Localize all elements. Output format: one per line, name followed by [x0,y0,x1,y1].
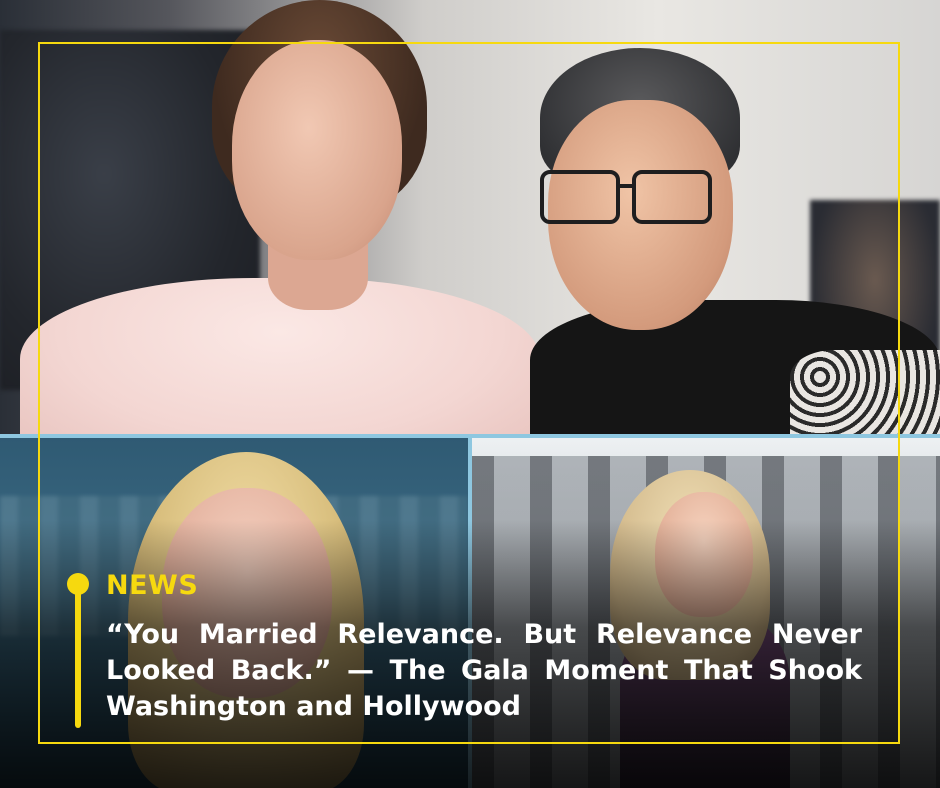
pink-dress [20,278,540,436]
news-card: NEWS “You Married Relevance. But Relevan… [0,0,940,788]
woman-face [232,40,402,260]
gala-couple-photo [0,0,940,436]
category-label: NEWS [106,570,199,601]
headline: “You Married Relevance. But Relevance Ne… [106,619,862,722]
patterned-jacket [790,350,940,436]
pin-line [75,588,81,728]
glasses [540,170,720,224]
